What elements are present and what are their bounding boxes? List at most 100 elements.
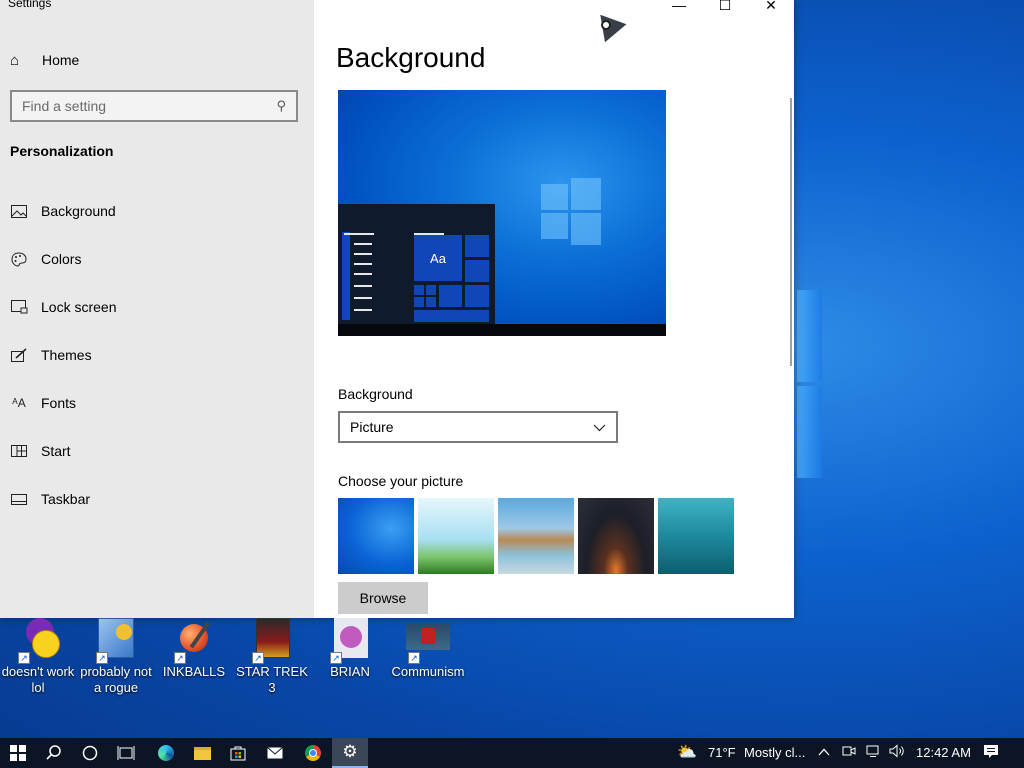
- background-type-dropdown[interactable]: Picture: [338, 411, 618, 443]
- home-nav-item[interactable]: ⌂ Home: [10, 48, 79, 72]
- desktop-icon-label: INKBALLS: [162, 664, 226, 679]
- inkballs-icon: ↗: [172, 618, 216, 664]
- sidebar-item-label: Background: [41, 203, 116, 219]
- meet-now-icon[interactable]: [842, 744, 856, 761]
- weather-temp[interactable]: 71°F: [708, 745, 736, 760]
- weather-text[interactable]: Mostly cl...: [744, 745, 805, 760]
- page-title: Background: [336, 42, 486, 73]
- palette-icon: [10, 251, 28, 267]
- settings-taskbar-button[interactable]: ⚙: [332, 738, 368, 768]
- desktop-icon-communism[interactable]: ↗ Communism: [390, 618, 466, 680]
- picture-thumbnail[interactable]: [498, 498, 574, 574]
- desktop-windows-logo: [797, 290, 824, 480]
- file-explorer-button[interactable]: [184, 738, 220, 768]
- minimize-button[interactable]: —: [656, 0, 702, 16]
- background-type-label: Background: [338, 386, 413, 402]
- search-placeholder: Find a setting: [22, 98, 107, 114]
- sidebar-item-label: Themes: [41, 347, 92, 363]
- picture-icon: [10, 203, 28, 219]
- maximize-button[interactable]: ☐: [702, 0, 748, 16]
- clock-time[interactable]: 12:42 AM: [916, 745, 971, 760]
- search-taskbar-button[interactable]: [36, 738, 72, 768]
- sidebar-item-label: Fonts: [41, 395, 77, 411]
- sidebar-item-background[interactable]: Background: [10, 199, 116, 223]
- folder-icon: [193, 746, 211, 760]
- network-icon[interactable]: [866, 744, 882, 761]
- sidebar-item-fonts[interactable]: ᴬA Fonts: [10, 391, 76, 415]
- choose-picture-label: Choose your picture: [338, 473, 464, 489]
- sidebar-item-label: Lock screen: [41, 299, 117, 315]
- font-icon: ᴬA: [12, 396, 26, 410]
- cortana-icon: [82, 745, 98, 761]
- picture-thumbnail[interactable]: [418, 498, 494, 574]
- windows-icon: [10, 745, 26, 761]
- windows-taskbar: ⚙ ⛅ 71°F Mostly cl... 12:42 AM: [0, 738, 1024, 768]
- home-icon: ⌂: [10, 51, 20, 69]
- notifications-icon[interactable]: [983, 744, 999, 762]
- mail-button[interactable]: [257, 738, 293, 768]
- sidebar-item-taskbar[interactable]: Taskbar: [10, 487, 90, 511]
- chrome-button[interactable]: [295, 738, 331, 768]
- settings-content: — ☐ ✕ Background Aa Background Picture C…: [314, 0, 794, 618]
- weather-icon[interactable]: ⛅: [677, 742, 697, 762]
- sidebar-item-colors[interactable]: Colors: [10, 247, 81, 271]
- sidebar-item-lock-screen[interactable]: Lock screen: [10, 295, 116, 319]
- brush-icon: [10, 347, 28, 363]
- task-view-button[interactable]: [108, 738, 144, 768]
- desktop-icon-label: Communism: [391, 664, 465, 679]
- chevron-up-icon[interactable]: [818, 744, 830, 759]
- sidebar-item-label: Start: [41, 443, 71, 459]
- close-button[interactable]: ✕: [748, 0, 794, 16]
- store-button[interactable]: [220, 738, 256, 768]
- brian-bird-icon: ↗: [328, 618, 372, 664]
- cursor-eye-icon: [601, 20, 611, 30]
- picture-thumbnail[interactable]: [578, 498, 654, 574]
- communism-icon: ↗: [406, 618, 450, 664]
- sidebar-item-label: Taskbar: [41, 491, 91, 507]
- section-title: Personalization: [10, 143, 114, 159]
- store-icon: [230, 746, 246, 761]
- picture-thumbnail[interactable]: [338, 498, 414, 574]
- volume-icon[interactable]: [889, 744, 905, 761]
- preview-windows-logo: [541, 176, 601, 248]
- edge-button[interactable]: [148, 738, 184, 768]
- search-input[interactable]: Find a setting ⚲: [10, 90, 298, 122]
- cortana-button[interactable]: [72, 738, 108, 768]
- security-shield-icon: ↗: [94, 618, 138, 664]
- preview-start-menu: Aa: [338, 204, 495, 324]
- content-scrollbar[interactable]: [790, 98, 792, 366]
- desktop-icon-label: STAR TREK 3: [236, 664, 308, 695]
- start-button[interactable]: [0, 738, 36, 768]
- dropdown-value: Picture: [350, 419, 394, 435]
- sidebar-item-label: Colors: [41, 251, 82, 267]
- desktop-icon-label: BRIAN: [330, 664, 370, 679]
- picture-thumbnail[interactable]: [658, 498, 734, 574]
- sidebar-item-themes[interactable]: Themes: [10, 343, 92, 367]
- chrome-icon: [305, 745, 321, 761]
- sidebar-item-start[interactable]: Start: [10, 439, 71, 463]
- desktop-icon-brian[interactable]: ↗ BRIAN: [312, 618, 388, 680]
- lock-screen-icon: [10, 299, 28, 315]
- task-view-icon: [117, 746, 135, 760]
- desktop-icon-label: probably not a rogue: [80, 664, 152, 695]
- search-icon: ⚲: [276, 98, 286, 113]
- desktop-icon-rogue[interactable]: ↗ probably not a rogue: [78, 618, 154, 696]
- taskbar-icon: [10, 491, 28, 507]
- home-label: Home: [42, 52, 80, 68]
- desktop-icon-inkballs[interactable]: ↗ INKBALLS: [156, 618, 232, 680]
- desktop-icon-star-trek[interactable]: ↗ STAR TREK 3: [234, 618, 310, 696]
- edge-icon: [158, 745, 174, 761]
- desktop-icon-yahoo[interactable]: ↗ doesn't work lol: [0, 618, 76, 696]
- desktop-icon-label: doesn't work lol: [1, 664, 75, 695]
- chevron-down-icon: [593, 419, 606, 435]
- preview-sample-tile: Aa: [414, 235, 462, 281]
- picture-thumbnails: [338, 498, 734, 574]
- mail-icon: [267, 747, 283, 759]
- yahoo-messenger-icon: ↗: [16, 618, 60, 664]
- settings-window: Settings ⌂ Home Find a setting ⚲ Persona…: [0, 0, 794, 618]
- browse-button[interactable]: Browse: [338, 582, 428, 614]
- magnifier-icon: [46, 745, 61, 760]
- star-trek-icon: ↗: [250, 618, 294, 664]
- background-preview: Aa: [338, 90, 666, 336]
- settings-sidebar: Settings ⌂ Home Find a setting ⚲ Persona…: [0, 0, 314, 618]
